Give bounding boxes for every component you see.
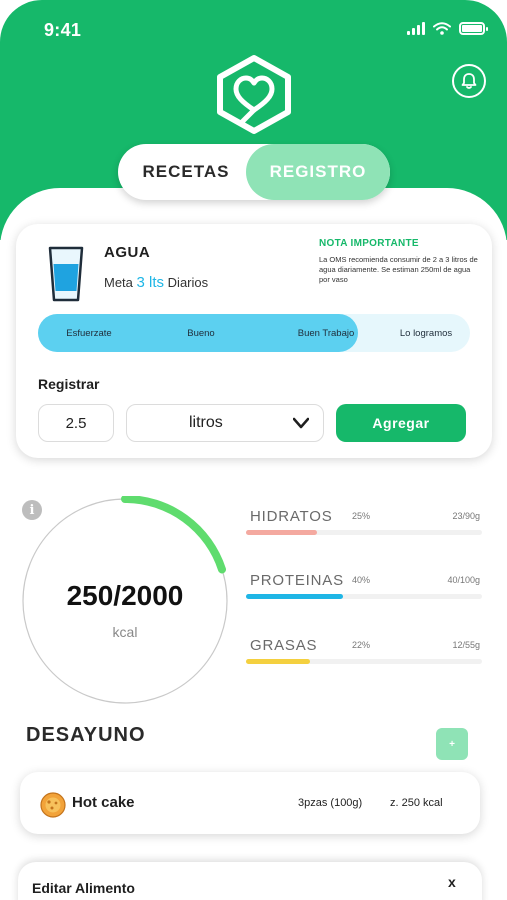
calorie-ring-arc bbox=[121, 496, 227, 574]
food-item-card[interactable]: Hot cake 3pzas (100g) z. 250 kcal bbox=[20, 772, 480, 834]
macro-bar-fill bbox=[246, 530, 317, 535]
goal-number: 3 lts bbox=[136, 274, 165, 291]
macro-bar-fill bbox=[246, 594, 343, 599]
add-food-button[interactable]: + bbox=[436, 728, 468, 760]
edit-sheet-title: Editar Alimento bbox=[32, 880, 135, 896]
macro-percent: 40% bbox=[352, 575, 371, 585]
food-name: Hot cake bbox=[72, 794, 135, 811]
macro-ratio: 23/90g bbox=[452, 511, 480, 521]
register-label: Registrar bbox=[38, 376, 100, 392]
unit-value: litros bbox=[189, 414, 223, 431]
macro-proteinas: PROTEINAS 40% 40/100g bbox=[246, 572, 482, 612]
macro-ratio: 12/55g bbox=[452, 640, 480, 650]
macro-ratio: 40/100g bbox=[447, 575, 480, 585]
edit-food-sheet: Editar Alimento x bbox=[18, 862, 482, 900]
bell-icon bbox=[461, 73, 477, 89]
close-button[interactable]: x bbox=[448, 874, 456, 890]
food-kcal: z. 250 kcal bbox=[390, 797, 443, 809]
stage-esfuerzate: Esfuerzate bbox=[66, 327, 112, 339]
macro-bar bbox=[246, 659, 482, 664]
macro-bar bbox=[246, 594, 482, 599]
water-progress-bar: Esfuerzate Bueno Buen Trabajo Lo logramo… bbox=[38, 314, 470, 352]
goal-prefix: Meta bbox=[104, 275, 133, 290]
macro-hidratos: HIDRATOS 25% 23/90g bbox=[246, 508, 482, 548]
tab-recetas[interactable]: RECETAS bbox=[118, 144, 254, 200]
water-goal: Meta 3 lts Diarios bbox=[104, 274, 208, 291]
tab-switcher: RECETAS REGISTRO bbox=[118, 144, 390, 200]
heart-house-icon bbox=[217, 55, 291, 134]
add-water-button[interactable]: Agregar bbox=[336, 404, 466, 442]
pancake-icon bbox=[40, 792, 66, 818]
macro-bar-fill bbox=[246, 659, 310, 664]
tab-registro[interactable]: REGISTRO bbox=[246, 144, 390, 200]
stage-lo-logramos: Lo logramos bbox=[399, 327, 453, 339]
food-portion: 3pzas (100g) bbox=[298, 797, 363, 809]
macro-name: PROTEINAS bbox=[250, 572, 344, 589]
stage-buen-trabajo: Buen Trabajo bbox=[297, 327, 355, 339]
water-glass-icon bbox=[48, 246, 84, 302]
macro-grasas: GRASAS 22% 12/55g bbox=[246, 637, 482, 677]
macro-name: HIDRATOS bbox=[250, 508, 333, 525]
unit-select[interactable]: litros bbox=[126, 404, 324, 442]
calorie-unit: kcal bbox=[112, 624, 138, 640]
meal-section-title: DESAYUNO bbox=[26, 724, 146, 746]
quantity-input[interactable] bbox=[38, 404, 114, 442]
notifications-button[interactable] bbox=[452, 64, 486, 98]
cellular-signal-icon bbox=[407, 22, 425, 35]
macro-name: GRASAS bbox=[250, 637, 318, 654]
water-title: AGUA bbox=[104, 244, 151, 261]
status-icons bbox=[407, 22, 488, 35]
goal-suffix: Diarios bbox=[167, 275, 209, 290]
note-title: NOTA IMPORTANTE bbox=[319, 238, 419, 249]
battery-icon bbox=[459, 22, 488, 35]
wifi-icon bbox=[433, 22, 451, 35]
macro-percent: 25% bbox=[352, 511, 371, 521]
macro-bar bbox=[246, 530, 482, 535]
chevron-down-icon bbox=[293, 417, 309, 429]
note-text: La OMS recomienda consumir de 2 a 3 litr… bbox=[319, 255, 478, 284]
water-card: AGUA Meta 3 lts Diarios NOTA IMPORTANTE … bbox=[16, 224, 492, 458]
stage-bueno: Bueno bbox=[187, 327, 215, 339]
calorie-value: 250/2000 bbox=[66, 580, 184, 611]
macro-percent: 22% bbox=[352, 640, 371, 650]
status-time: 9:41 bbox=[44, 20, 82, 40]
